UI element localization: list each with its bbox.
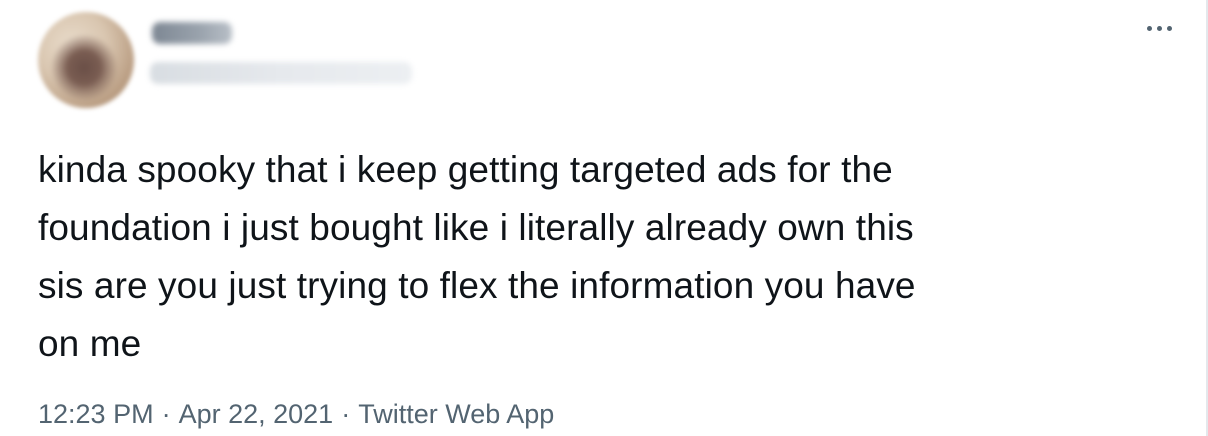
more-horizontal-icon-dot-3 <box>1166 25 1172 31</box>
tweet-metadata: 12:23 PM · Apr 22, 2021 · Twitter Web App <box>38 394 554 434</box>
more-horizontal-icon <box>1146 25 1152 31</box>
tweet-source[interactable]: Twitter Web App <box>358 399 554 429</box>
tweet-text-line: kinda spooky that i keep getting targete… <box>38 149 893 190</box>
meta-separator: · <box>341 399 351 429</box>
more-horizontal-icon-dot-2 <box>1156 25 1162 31</box>
author-display-name[interactable] <box>152 22 232 44</box>
tweet-text: kinda spooky that i keep getting targete… <box>38 141 1188 373</box>
meta-separator: · <box>161 399 171 429</box>
author-handle[interactable] <box>150 62 412 84</box>
tweet-date[interactable]: Apr 22, 2021 <box>179 399 334 429</box>
tweet-text-line: on me <box>38 323 142 364</box>
tweet-text-line: foundation i just bought like i literall… <box>38 207 914 248</box>
avatar[interactable] <box>38 12 134 108</box>
tweet-time[interactable]: 12:23 PM <box>38 399 154 429</box>
tweet-text-line: sis are you just trying to flex the info… <box>38 265 916 306</box>
more-options-button[interactable] <box>1141 14 1177 42</box>
tweet-card: kinda spooky that i keep getting targete… <box>0 0 1208 436</box>
